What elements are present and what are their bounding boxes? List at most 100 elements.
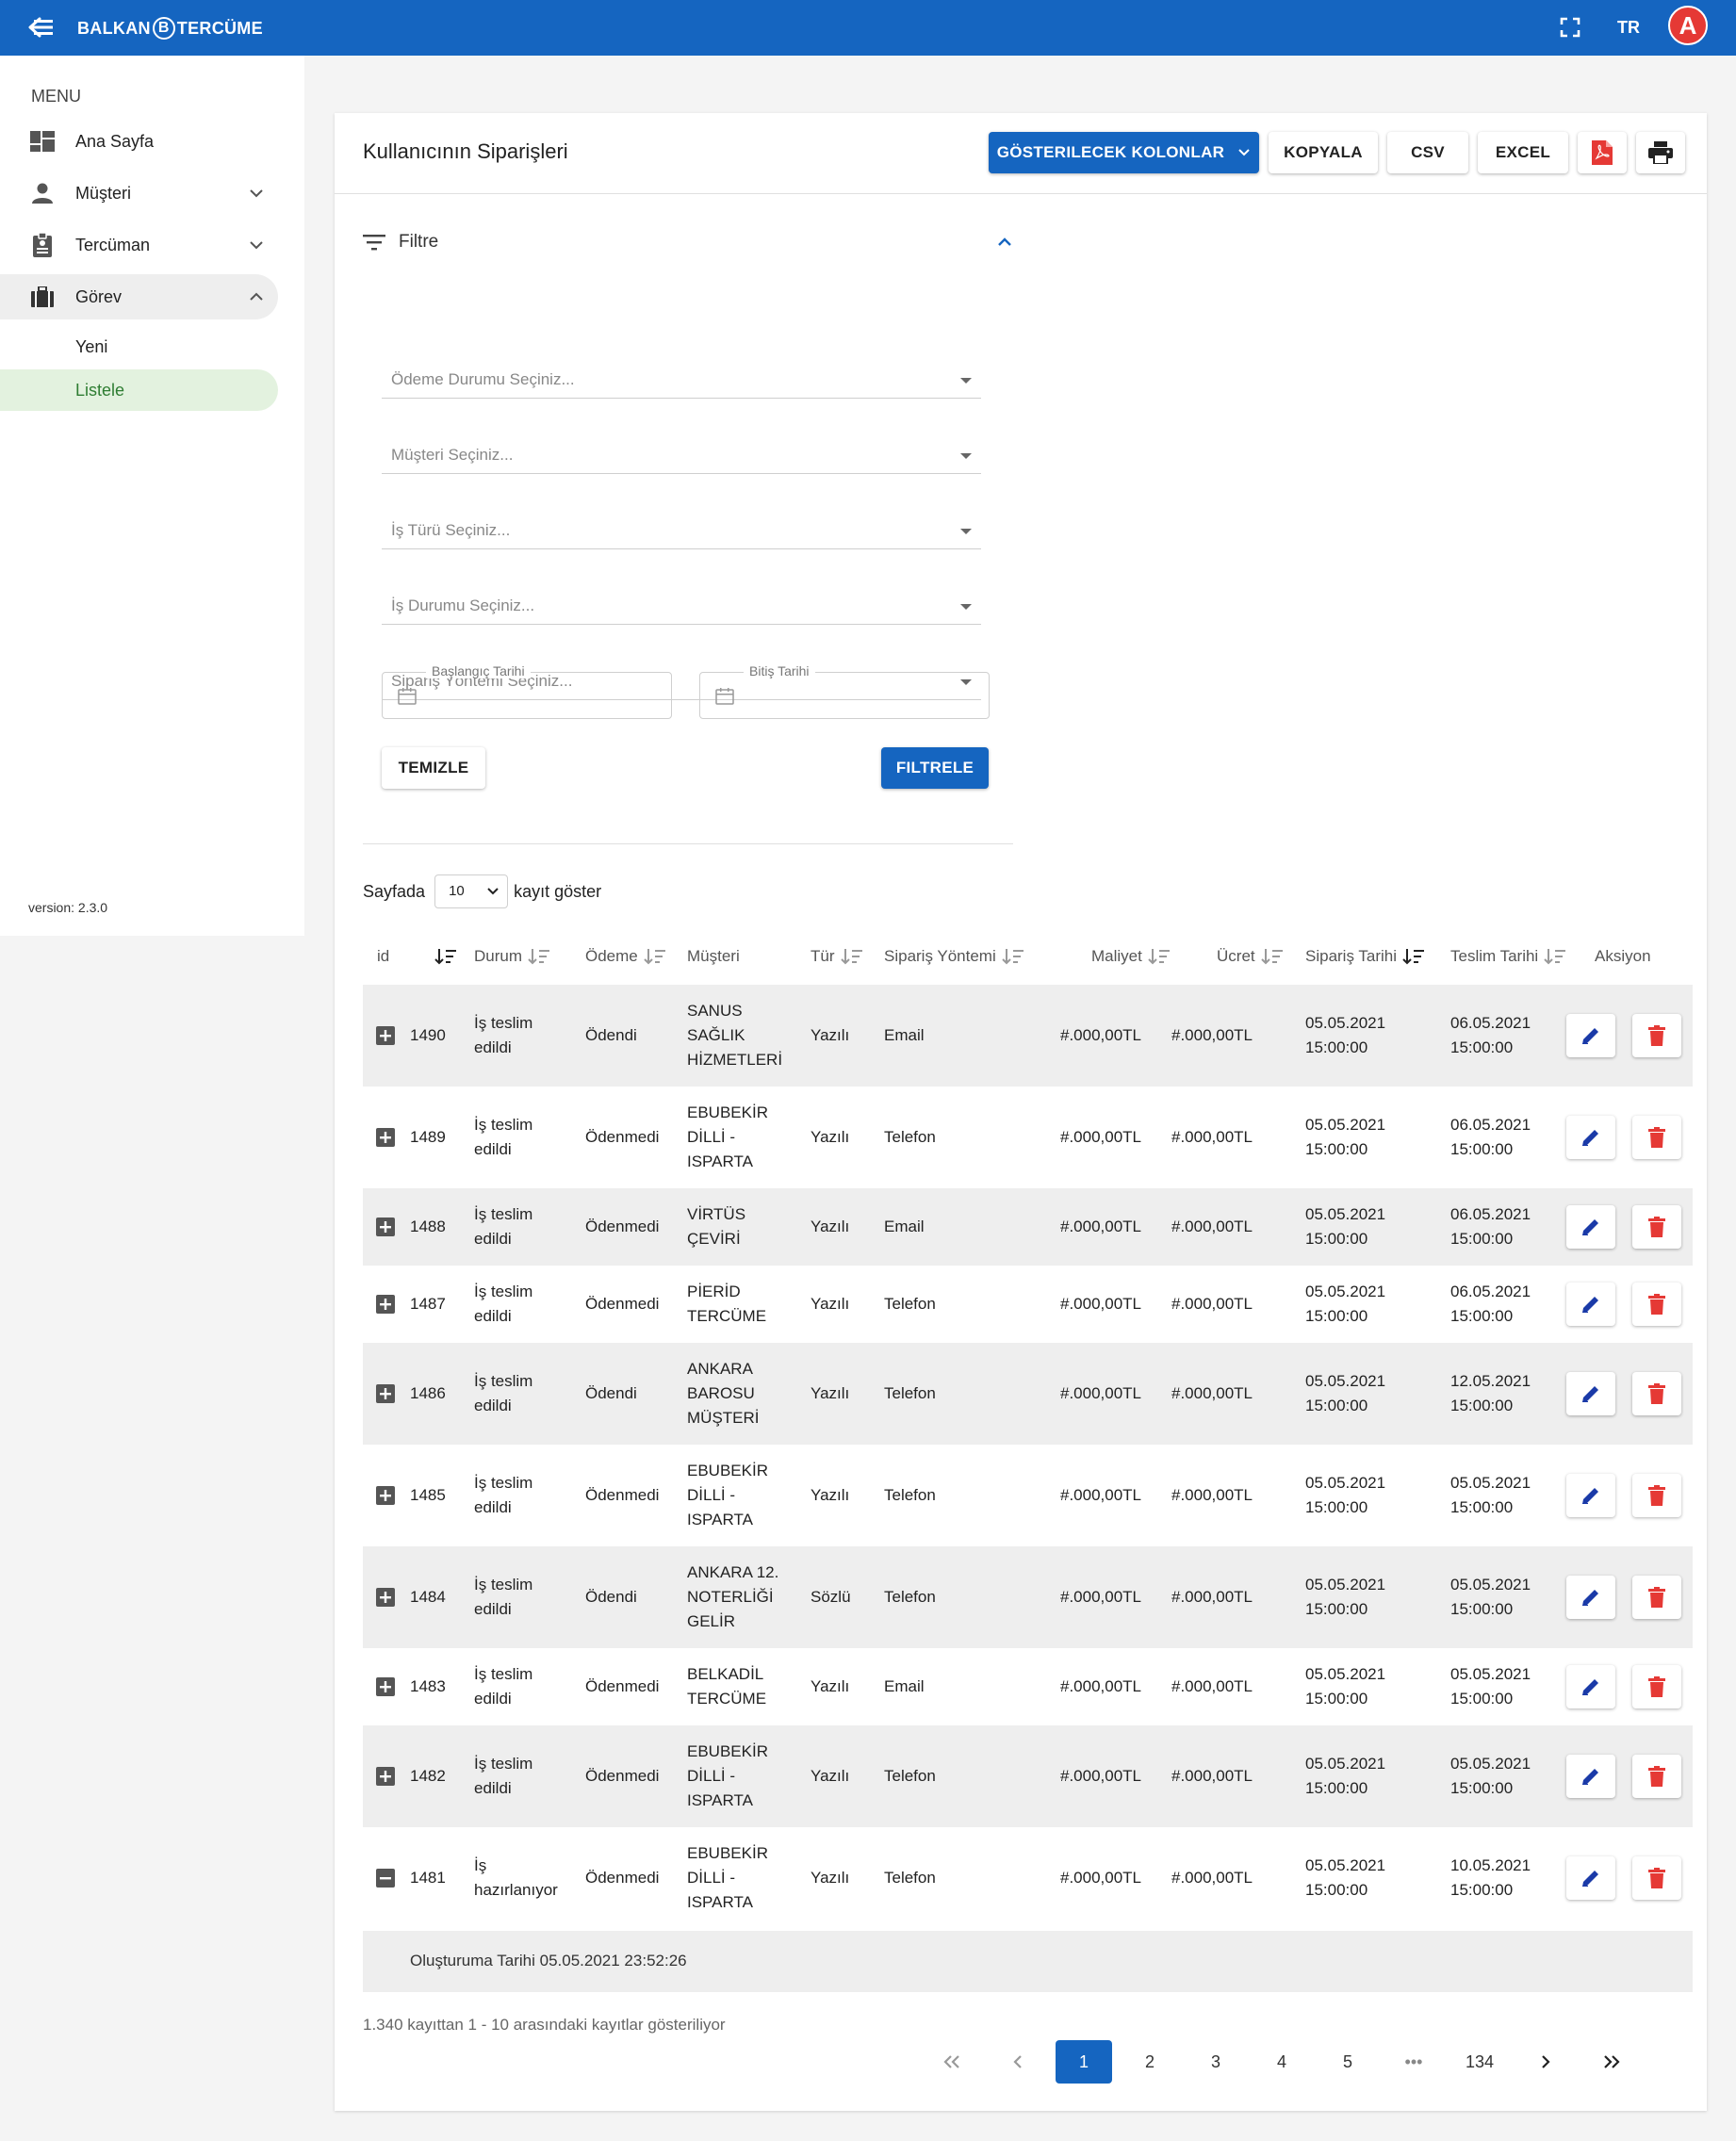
cell-customer-line: BAROSU: [687, 1384, 755, 1402]
edit-button[interactable]: [1566, 1576, 1615, 1619]
copy-button[interactable]: KOPYALA: [1269, 132, 1378, 173]
collapse-row-icon[interactable]: [376, 1869, 395, 1888]
expand-row-icon[interactable]: [376, 1486, 395, 1505]
sidebar-item-translator[interactable]: Tercüman: [0, 222, 278, 268]
column-header[interactable]: Maliyet: [1091, 947, 1171, 966]
expand-row-icon[interactable]: [376, 1588, 395, 1607]
column-header[interactable]: Ücret: [1217, 947, 1284, 966]
cell-customer-line: SANUS: [687, 1002, 743, 1020]
cell-id: 1488: [410, 1218, 446, 1235]
print-button[interactable]: [1636, 132, 1685, 173]
job-type-select[interactable]: İş Türü Seçiniz...: [382, 497, 981, 549]
page-button[interactable]: 1: [1056, 2040, 1112, 2084]
expand-row-icon[interactable]: [376, 1767, 395, 1786]
delete-button[interactable]: [1632, 1474, 1681, 1517]
calendar-icon: [715, 688, 734, 705]
edit-button[interactable]: [1566, 1116, 1615, 1159]
cell-delivery-date-line: 06.05.2021: [1450, 1116, 1531, 1134]
page-button[interactable]: 134: [1451, 2040, 1508, 2084]
column-header[interactable]: Tür: [811, 947, 863, 966]
delete-button[interactable]: [1632, 1755, 1681, 1798]
csv-button[interactable]: CSV: [1387, 132, 1468, 173]
logo-b-mark: B: [152, 17, 175, 40]
edit-button[interactable]: [1566, 1205, 1615, 1249]
table-header: id Durum Ödeme Müşteri Tür Sipariş Yöntemi Mal…: [363, 938, 1693, 975]
cell-customer-line: TERCÜME: [687, 1307, 767, 1325]
column-header[interactable]: Sipariş Yöntemi: [884, 947, 1024, 966]
delete-button[interactable]: [1632, 1116, 1681, 1159]
columns-dropdown-button[interactable]: GÖSTERILECEK KOLONLAR: [989, 132, 1259, 173]
fullscreen-icon[interactable]: [1560, 17, 1580, 38]
end-date-field[interactable]: Bitiş Tarihi: [699, 663, 990, 719]
payment-status-select[interactable]: Ödeme Durumu Seçiniz...: [382, 346, 981, 399]
next-page-button[interactable]: [1517, 2040, 1574, 2084]
edit-button[interactable]: [1566, 1755, 1615, 1798]
cell-cost: #.000,00TL: [1060, 1384, 1142, 1402]
delete-button[interactable]: [1632, 1372, 1681, 1415]
delete-button[interactable]: [1632, 1856, 1681, 1900]
customer-select[interactable]: Müşteri Seçiniz...: [382, 421, 981, 474]
cell-type: Yazılı: [811, 1767, 850, 1785]
cell-delivery-date-line: 15:00:00: [1450, 1690, 1514, 1708]
edit-button[interactable]: [1566, 1014, 1615, 1057]
cell-id: 1485: [410, 1486, 446, 1504]
column-header[interactable]: Sipariş Tarihi: [1305, 947, 1425, 966]
cell-payment: Ödenmedi: [585, 1767, 660, 1785]
language-switcher[interactable]: TR: [1617, 18, 1640, 38]
cell-customer: EBUBEKİR DİLLİ - ISPARTA: [687, 1101, 768, 1174]
cell-delivery-date-line: 15:00:00: [1450, 1038, 1514, 1056]
cell-cost: #.000,00TL: [1060, 1588, 1142, 1606]
sidebar-item-task[interactable]: Görev: [0, 274, 278, 319]
delete-button[interactable]: [1632, 1576, 1681, 1619]
apply-filter-button[interactable]: FILTRELE: [881, 747, 989, 789]
edit-button[interactable]: [1566, 1283, 1615, 1326]
last-page-button[interactable]: [1583, 2040, 1640, 2084]
column-header[interactable]: Ödeme: [585, 947, 666, 966]
excel-button[interactable]: EXCEL: [1478, 132, 1568, 173]
filter-toggle[interactable]: Filtre: [363, 228, 1013, 256]
page-button[interactable]: 5: [1319, 2040, 1376, 2084]
page-button[interactable]: 2: [1122, 2040, 1178, 2084]
sidebar-item-customer[interactable]: Müşteri: [0, 171, 278, 216]
expand-row-icon[interactable]: [376, 1295, 395, 1314]
edit-button[interactable]: [1566, 1474, 1615, 1517]
sidebar-subitem-list[interactable]: Listele: [0, 369, 278, 411]
expand-row-icon[interactable]: [376, 1677, 395, 1696]
cell-order-date-line: 05.05.2021: [1305, 1372, 1386, 1390]
first-page-button[interactable]: [924, 2040, 980, 2084]
start-date-field[interactable]: Başlangıç Tarihi: [382, 663, 672, 719]
column-header[interactable]: [429, 947, 457, 966]
cell-method: Telefon: [884, 1128, 936, 1146]
job-status-select[interactable]: İş Durumu Seçiniz...: [382, 572, 981, 625]
pencil-icon: [1582, 1028, 1598, 1044]
back-arrow-icon[interactable]: [28, 16, 55, 39]
app-logo[interactable]: BALKAN B TERCÜME: [77, 17, 263, 40]
user-avatar[interactable]: A: [1668, 6, 1708, 45]
expand-row-icon[interactable]: [376, 1218, 395, 1236]
cell-customer-line: ÇEVİRİ: [687, 1230, 741, 1248]
delete-button[interactable]: [1632, 1283, 1681, 1326]
sidebar-item-home[interactable]: Ana Sayfa: [0, 119, 278, 164]
page-button[interactable]: 4: [1253, 2040, 1310, 2084]
column-header[interactable]: Teslim Tarihi: [1450, 947, 1566, 966]
edit-button[interactable]: [1566, 1665, 1615, 1708]
cell-status: İş teslim edildi: [474, 1011, 532, 1060]
page-button[interactable]: 3: [1187, 2040, 1244, 2084]
delete-button[interactable]: [1632, 1665, 1681, 1708]
edit-button[interactable]: [1566, 1372, 1615, 1415]
cell-fee: #.000,00TL: [1171, 1128, 1253, 1146]
column-header[interactable]: Durum: [474, 947, 550, 966]
delete-button[interactable]: [1632, 1014, 1681, 1057]
pdf-button[interactable]: [1578, 132, 1627, 173]
clear-filter-button[interactable]: TEMIZLE: [382, 747, 485, 789]
cell-id: 1481: [410, 1869, 446, 1887]
expand-row-icon[interactable]: [376, 1128, 395, 1147]
page-size-select[interactable]: 10: [434, 874, 509, 908]
expand-row-icon[interactable]: [376, 1026, 395, 1045]
prev-page-button[interactable]: [990, 2040, 1046, 2084]
edit-button[interactable]: [1566, 1856, 1615, 1900]
sidebar-subitem-new[interactable]: Yeni: [0, 326, 278, 368]
delete-button[interactable]: [1632, 1205, 1681, 1249]
expand-row-icon[interactable]: [376, 1384, 395, 1403]
cell-status-line: edildi: [474, 1230, 512, 1248]
